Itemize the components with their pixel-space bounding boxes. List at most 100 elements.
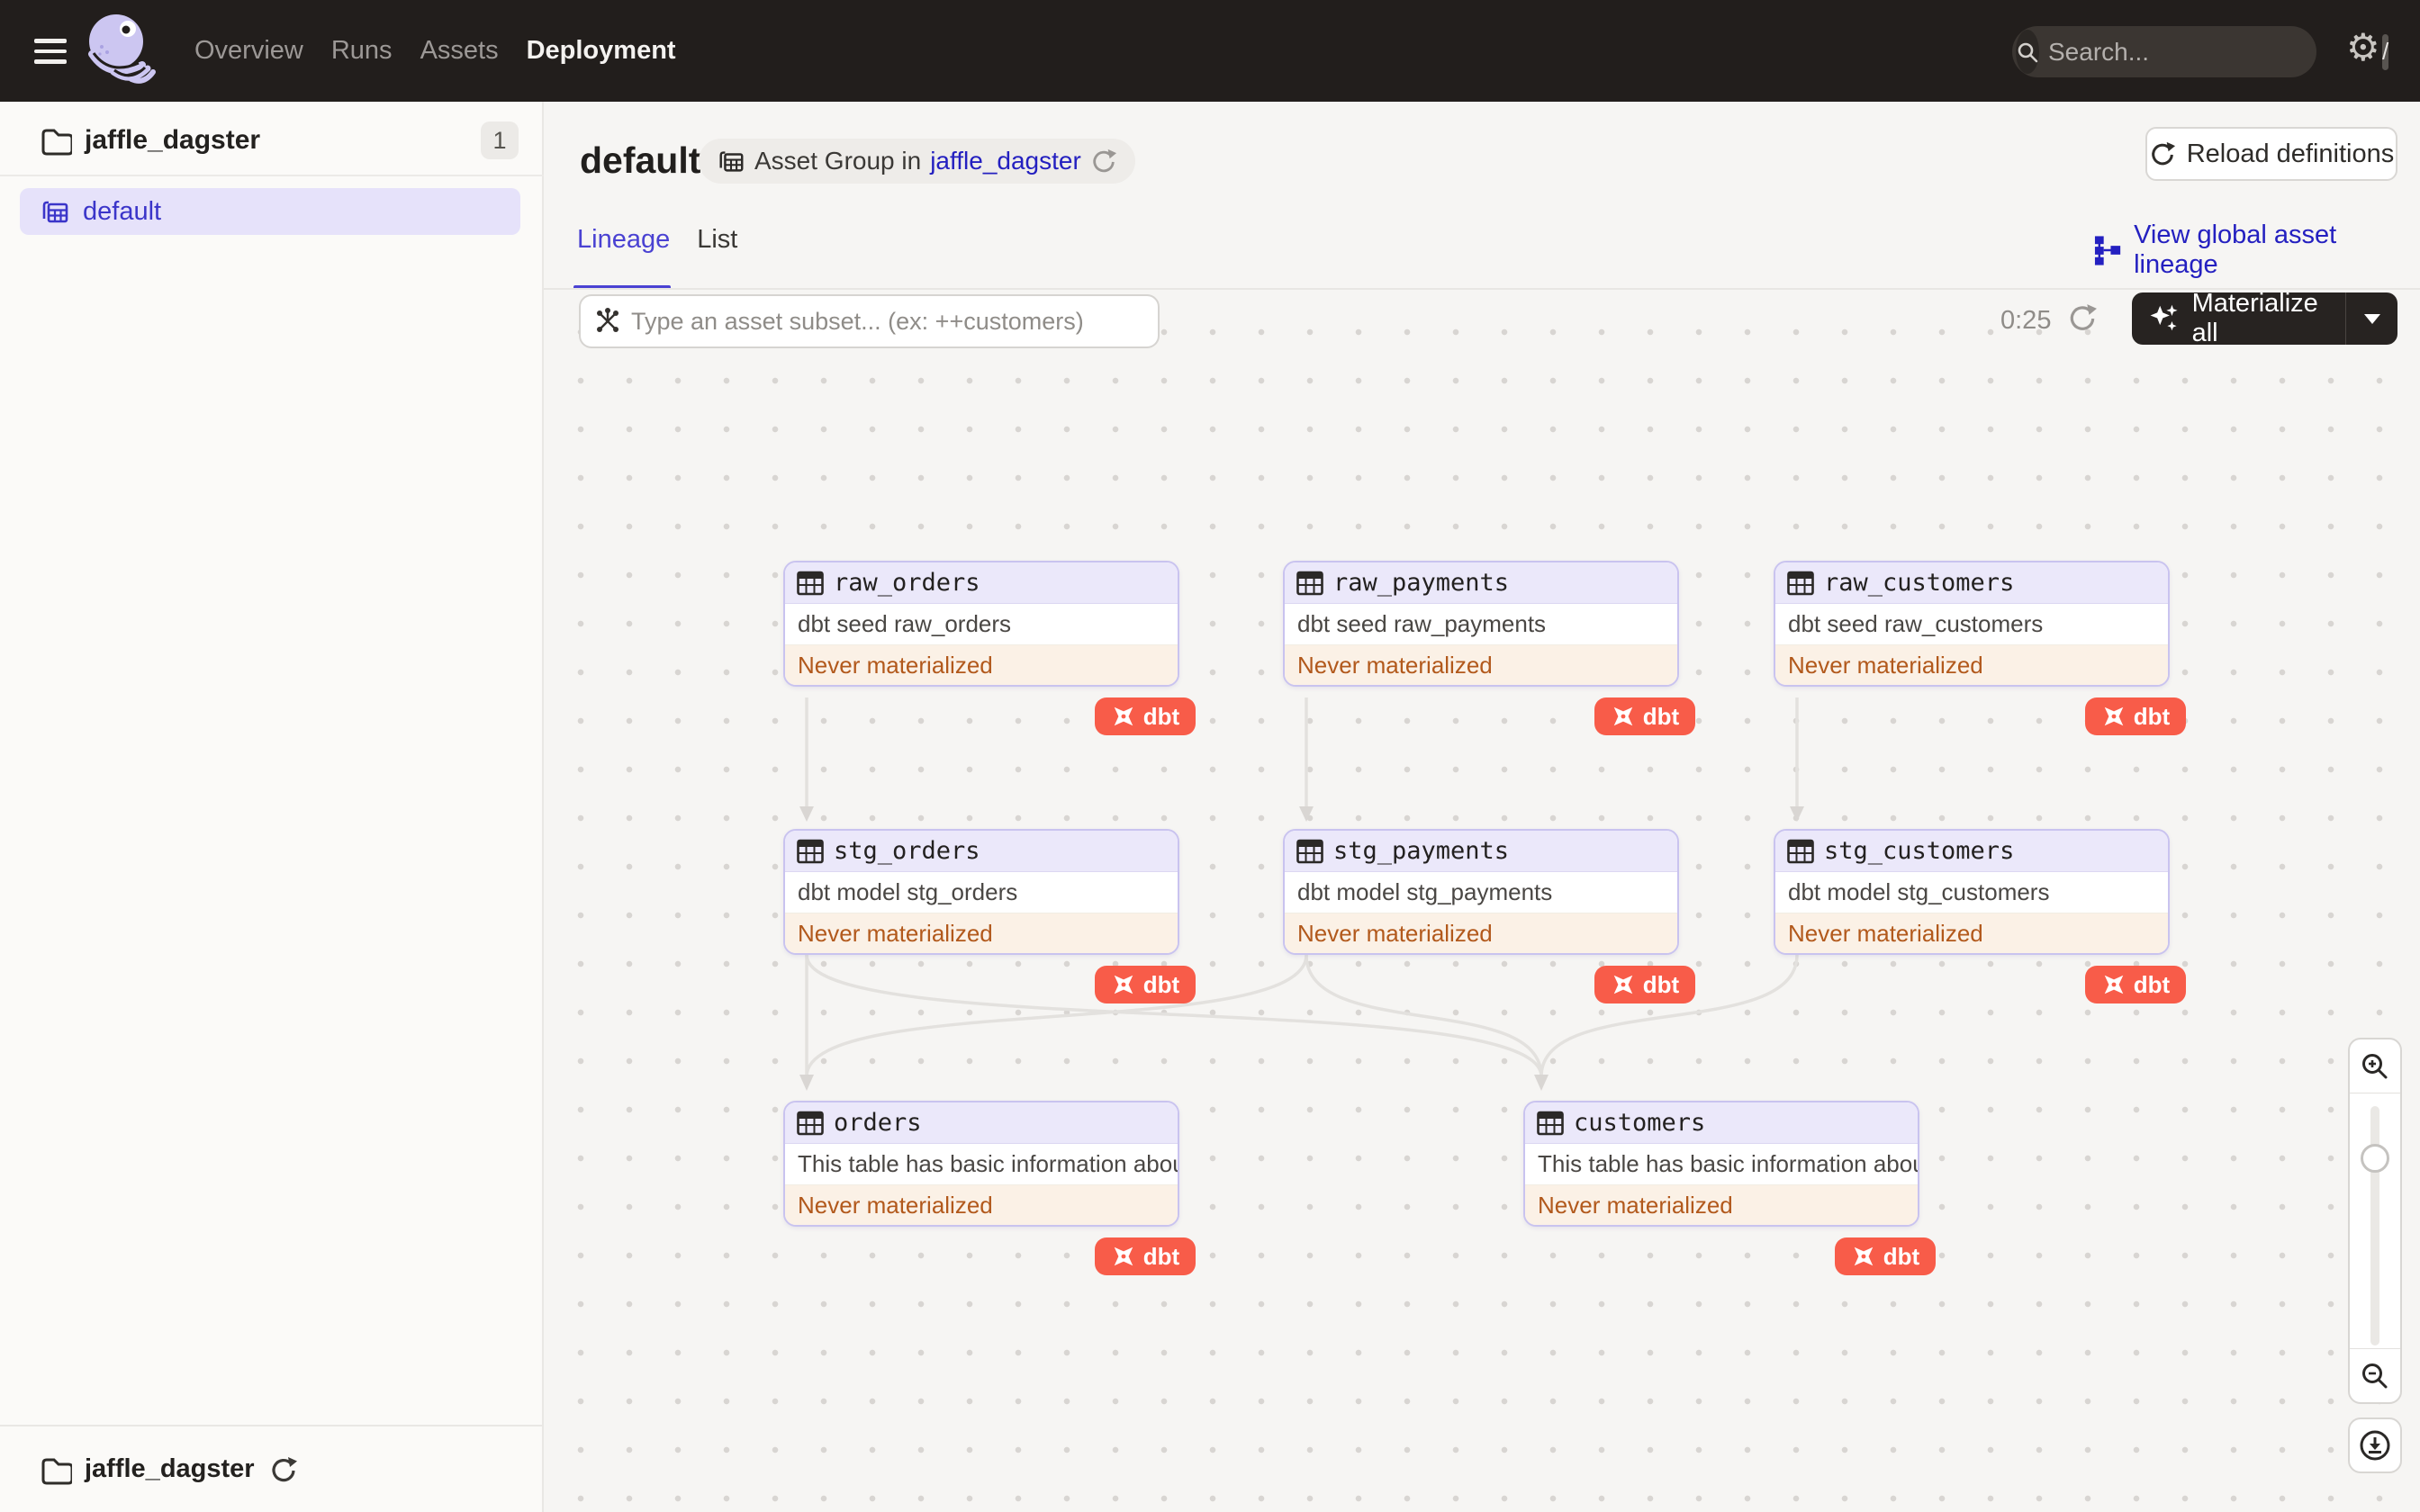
zoom-control	[2348, 1038, 2402, 1404]
lineage-canvas[interactable]: 0:25 Materialize all	[544, 290, 2420, 1512]
search-input[interactable]	[2039, 37, 2382, 67]
dbt-logo-icon	[1611, 704, 1636, 729]
dbt-badge: dbt	[1594, 698, 1695, 735]
sidebar-repo-row[interactable]: jaffle_dagster 1	[0, 116, 544, 165]
asset-node-stg_payments[interactable]: stg_payments dbt model stg_payments Never …	[1283, 829, 1679, 955]
asset-name: customers	[1574, 1109, 1706, 1137]
dbt-logo-icon	[1611, 972, 1636, 997]
breadcrumb: Asset Group in jaffle_dagster	[699, 139, 1135, 184]
view-global-label: View global asset lineage	[2134, 220, 2337, 279]
asset-node-raw_orders[interactable]: raw_orders dbt seed raw_orders Never mater…	[783, 561, 1179, 687]
reload-definitions-button[interactable]: Reload definitions	[2145, 127, 2397, 181]
tab-list[interactable]: List	[697, 225, 737, 260]
asset-name: stg_orders	[834, 837, 980, 865]
dbt-badge: dbt	[1835, 1238, 1936, 1275]
refresh-icon[interactable]	[1090, 148, 1117, 175]
breadcrumb-prefix: Asset Group in	[754, 147, 922, 175]
materialize-all-label: Materialize all	[2191, 290, 2318, 347]
asset-node-header: raw_customers	[1775, 562, 2168, 604]
folder-icon	[40, 125, 72, 156]
asset-group-tabs: Lineage List	[577, 225, 737, 260]
table-icon	[797, 571, 824, 596]
dbt-badge-label: dbt	[2133, 702, 2171, 730]
dbt-logo-icon	[1851, 1244, 1876, 1269]
nav-item-assets[interactable]: Assets	[420, 36, 499, 66]
sidebar-item-default-group[interactable]: default	[20, 188, 520, 235]
asset-node-customers[interactable]: customers This table has basic informatio…	[1523, 1101, 1919, 1227]
dbt-logo-icon	[1111, 704, 1136, 729]
dbt-badge: dbt	[1594, 966, 1695, 1004]
asset-node-header: stg_customers	[1775, 831, 2168, 872]
asset-description: dbt model stg_payments	[1285, 872, 1677, 914]
asset-description: dbt seed raw_orders	[785, 604, 1178, 645]
asset-node-raw_customers[interactable]: raw_customers dbt seed raw_customers Never…	[1774, 561, 2170, 687]
asset-description: This table has basic information about .…	[1525, 1144, 1918, 1185]
sidebar-divider	[0, 175, 544, 176]
dbt-logo-icon	[2101, 972, 2127, 997]
asset-node-raw_payments[interactable]: raw_payments dbt seed raw_payments Never m…	[1283, 561, 1679, 687]
zoom-in-button[interactable]	[2350, 1040, 2400, 1094]
dbt-logo-icon	[2101, 704, 2127, 729]
asset-name: stg_payments	[1333, 837, 1510, 865]
nav-item-runs[interactable]: Runs	[331, 36, 393, 66]
materialize-all-main[interactable]: Materialize all	[2132, 290, 2345, 348]
asset-subset-filter[interactable]	[579, 294, 1160, 348]
zoom-out-button[interactable]	[2350, 1348, 2400, 1402]
search-icon	[2016, 30, 2039, 74]
materialize-dropdown-button[interactable]	[2345, 292, 2397, 345]
settings-gear-icon[interactable]: ⚙	[2346, 29, 2380, 67]
zoom-slider-track[interactable]	[2370, 1106, 2379, 1346]
search-shortcut-badge: /	[2382, 33, 2389, 70]
asset-node-header: raw_payments	[1285, 562, 1677, 604]
dbt-badge: dbt	[1095, 698, 1196, 735]
breadcrumb-repo-link[interactable]: jaffle_dagster	[930, 147, 1081, 176]
view-global-asset-lineage-link[interactable]: View global asset lineage	[2093, 220, 2420, 280]
asset-node-stg_customers[interactable]: stg_customers dbt model stg_customers Neve…	[1774, 829, 2170, 955]
nav-item-overview[interactable]: Overview	[194, 36, 303, 66]
asset-description: dbt model stg_orders	[785, 872, 1178, 914]
asset-status: Never materialized	[785, 1185, 1178, 1225]
zoom-in-icon	[2362, 1053, 2388, 1078]
main-panel: default Asset Group in jaffle_dagster Re…	[544, 102, 2420, 1512]
table-icon	[1296, 839, 1323, 864]
asset-node-header: orders	[785, 1102, 1178, 1144]
asset-name: raw_payments	[1333, 569, 1510, 597]
zoom-slider-handle[interactable]	[2361, 1144, 2389, 1173]
asset-node-header: raw_orders	[785, 562, 1178, 604]
asset-node-stg_orders[interactable]: stg_ordersdbt model stg_orders Never mate…	[783, 829, 1179, 955]
tab-lineage[interactable]: Lineage	[577, 225, 670, 260]
asset-status: Never materialized	[1775, 645, 2168, 685]
global-search[interactable]: /	[2012, 26, 2389, 77]
asset-description: This table has basic information about .…	[785, 1144, 1178, 1185]
sidebar-repo-label: jaffle_dagster	[85, 125, 261, 155]
reload-repo-icon[interactable]	[269, 1455, 298, 1484]
table-icon	[797, 839, 824, 864]
zoom-out-icon	[2362, 1363, 2388, 1388]
asset-selector-icon	[597, 308, 619, 332]
dagster-logo-icon[interactable]	[86, 13, 166, 93]
folder-icon	[40, 1454, 72, 1485]
sidebar-footer-repo[interactable]: jaffle_dagster	[0, 1425, 544, 1512]
asset-count-badge: 1	[481, 122, 519, 159]
asset-status: Never materialized	[785, 914, 1178, 953]
dbt-badge-label: dbt	[1142, 1242, 1180, 1270]
menu-icon[interactable]	[34, 33, 70, 69]
asset-node-orders[interactable]: orders This table has basic information a…	[783, 1101, 1179, 1227]
asset-status: Never materialized	[1775, 914, 2168, 953]
asset-node-header: stg_payments	[1285, 831, 1677, 872]
page-title: default	[580, 140, 701, 181]
asset-node-header: customers	[1525, 1102, 1918, 1144]
nav-item-deployment[interactable]: Deployment	[527, 36, 676, 66]
dbt-badge-label: dbt	[1142, 970, 1180, 998]
asset-subset-input[interactable]	[631, 307, 1145, 336]
asset-sidebar: jaffle_dagster 1 default jaffle_dagster	[0, 102, 544, 1512]
download-image-button[interactable]	[2348, 1418, 2402, 1473]
sparkle-icon	[2150, 304, 2178, 331]
dbt-logo-icon	[1111, 972, 1136, 997]
table-icon	[1537, 1111, 1564, 1136]
dbt-badge: dbt	[2085, 698, 2186, 735]
top-nav-bar: Overview Runs Assets Deployment / ⚙	[0, 0, 2420, 102]
materialize-all-button[interactable]: Materialize all	[2132, 290, 2397, 348]
asset-node-header: stg_orders	[785, 831, 1178, 872]
timer-refresh-icon[interactable]	[2067, 302, 2098, 338]
